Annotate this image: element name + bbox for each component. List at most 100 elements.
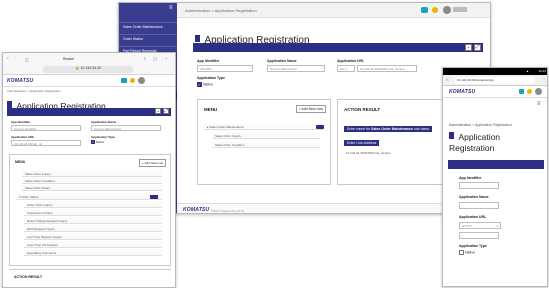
app-url-scheme-select[interactable]: http:// <box>337 65 355 72</box>
avatar[interactable] <box>138 77 145 84</box>
manage-application-bar: ≡ Manage Application ⌄ ⤢ <box>193 43 483 59</box>
enter-link-address-label: Enter Link Address <box>344 140 380 146</box>
expand-button[interactable]: ⤢ <box>163 108 169 114</box>
list-icon: ≡ <box>451 171 454 176</box>
checkbox-check-icon: ✓ <box>91 140 95 145</box>
menu-row[interactable]: Sales Order Inquiry <box>22 171 162 177</box>
menu-child-row[interactable]: Lost Time Request Inquiry <box>24 234 162 240</box>
sidebar-item-sales-order[interactable]: Sales Order Maintenance <box>119 13 177 29</box>
address-bar[interactable]: 10.134.34.30/ContainerApp <box>455 77 535 84</box>
hamburger-icon[interactable]: ≡ <box>537 101 541 107</box>
address-text: 10.134.34.30/ContainerApp <box>457 78 494 82</box>
user-menu-chevron-icon[interactable] <box>453 7 467 12</box>
sidebar-item-order-status[interactable]: Order Status <box>119 25 177 41</box>
phone-status-bar: 10:14 ▲ <box>443 68 547 75</box>
new-tab-icon[interactable]: + <box>165 56 167 61</box>
avatar[interactable] <box>535 88 542 95</box>
menu-title: MENU <box>15 160 26 164</box>
action-result-panel: ACTION RESULT <box>9 269 171 287</box>
add-new-link-button[interactable]: + Add New Link <box>295 105 326 113</box>
overflow-menu-icon[interactable]: ⋮ <box>542 77 546 82</box>
avatar[interactable] <box>443 6 451 14</box>
breadcrumb: Administration > Application Registratio… <box>449 123 512 127</box>
app-identifier-input[interactable] <box>459 182 499 189</box>
menu-child-row[interactable]: Sales Order Condition <box>212 142 320 148</box>
checkbox-check-icon <box>459 250 464 255</box>
menu-child-row[interactable]: Order Parts Inquiry <box>24 202 162 208</box>
breadcrumb: Administration > Application Registratio… <box>7 89 61 93</box>
app-identifier-label: App Identifier <box>11 120 31 124</box>
breadcrumb-item: Application Registration <box>29 89 61 93</box>
app-type-checkbox[interactable]: ✓ Native <box>197 82 213 87</box>
app-url-input[interactable]: 10.134.34.30/SDWPortal_sample <box>357 65 417 72</box>
action-instruction-bold: Sales Order Maintenance <box>371 127 413 131</box>
app-url-input[interactable]: 10.134.34.30/sdp_url <box>11 140 81 146</box>
status-time: 10:14 <box>538 69 546 73</box>
footer-text: ©2017 Powered by KITS <box>211 209 245 213</box>
add-new-link-label: Add New Link <box>144 161 163 165</box>
app-name-label: Application Name <box>459 195 489 199</box>
app-url-scheme-value: HTTP:// <box>462 224 473 228</box>
breadcrumb-item[interactable]: Administration <box>185 8 210 13</box>
action-instruction-prefix: Enter name for <box>347 127 371 131</box>
chat-icon[interactable] <box>421 7 428 13</box>
reader-tab[interactable]: Reader <box>63 57 74 61</box>
menu-row[interactable]: Sales Order Condition <box>22 178 162 184</box>
chat-icon[interactable] <box>519 89 524 94</box>
chat-icon[interactable] <box>121 78 127 83</box>
breadcrumb-item[interactable]: Administration <box>7 89 26 93</box>
app-type-label: Application Type <box>459 244 487 248</box>
desktop-topbar: Administration > Application Registratio… <box>177 3 490 18</box>
app-type-label: Application Type <box>197 76 225 80</box>
forward-icon[interactable]: › <box>15 56 17 62</box>
app-url-scheme-select[interactable]: HTTP:// ▾ <box>459 222 501 229</box>
breadcrumb-item: Application Registration <box>214 8 257 13</box>
address-text: 10.134.34.30 <box>80 66 101 70</box>
app-url-label: Application URL <box>337 59 365 63</box>
notification-icon[interactable] <box>130 78 135 83</box>
tablet-window: ‹ › ◫ Reader ⇪ ❏ + 🔒 10.134.34.30 KOMATS… <box>2 52 176 288</box>
app-identifier-input[interactable]: AR-0001 <box>197 65 253 72</box>
app-name-input[interactable]: Service Parts Portal <box>267 65 325 72</box>
bookmarks-icon[interactable]: ◫ <box>25 57 29 62</box>
menu-title: MENU <box>204 107 218 112</box>
collapse-button[interactable]: ⌄ <box>155 108 161 114</box>
menu-child-row[interactable]: Lead Time Vol Analysis <box>24 242 162 248</box>
app-type-checkbox[interactable]: Native <box>459 250 475 255</box>
address-bar[interactable]: 🔒 10.134.34.30 <box>43 66 133 73</box>
breadcrumb-item: Application Registration <box>474 123 512 127</box>
share-icon[interactable]: ⇪ <box>143 56 146 61</box>
tabs-icon[interactable]: ❏ <box>153 56 157 61</box>
add-new-link-button[interactable]: + Add New Link <box>139 159 166 167</box>
menu-child-row[interactable]: Expediting Comments <box>24 250 162 256</box>
document-icon <box>449 132 454 140</box>
home-icon[interactable]: ⌂ <box>446 77 448 82</box>
menu-child-row[interactable]: Suspension Orders <box>24 210 162 216</box>
app-type-checkbox[interactable]: ✓ Native <box>91 140 104 145</box>
sidebar-item-part-return[interactable]: Part Return Requests <box>119 37 177 53</box>
signal-icon: ▲ <box>526 69 529 73</box>
menu-child-row[interactable]: DHS Request Inquiry <box>24 226 162 232</box>
menu-row-actions[interactable] <box>316 125 324 129</box>
collapse-button[interactable]: ⌄ <box>465 44 472 51</box>
app-identifier-input[interactable]: Service Identifier <box>11 125 81 131</box>
expand-button[interactable]: ⤢ <box>474 44 481 51</box>
menu-child-row[interactable]: Sales Order Inquiry <box>212 133 320 139</box>
back-icon[interactable]: ‹ <box>7 56 9 62</box>
notification-icon[interactable] <box>527 89 532 94</box>
breadcrumb-item[interactable]: Administration <box>449 123 471 127</box>
menu-parent-row[interactable]: ▾ Order Status <box>16 194 162 200</box>
menu-row-actions[interactable] <box>150 195 158 199</box>
action-instruction: Enter name for Sales Order Maintenance s… <box>344 126 433 132</box>
sidebar-collapse-icon[interactable]: ≡ <box>169 5 173 11</box>
menu-row[interactable]: Sales Order Detail <box>22 185 162 191</box>
app-type-value: Native <box>202 82 213 87</box>
notification-icon[interactable] <box>432 7 438 13</box>
action-instruction-suffix: sub menu <box>413 127 430 131</box>
menu-parent-row[interactable]: ▸ Sales Order Maintenance <box>204 124 324 130</box>
app-name-input[interactable] <box>459 202 499 209</box>
menu-child-row[interactable]: Direct Charge Request Inquiry <box>24 218 162 224</box>
app-url-input[interactable] <box>459 232 499 239</box>
app-name-input[interactable]: Service Parts Portal <box>91 125 161 131</box>
app-url-label: Application URL <box>11 135 35 139</box>
